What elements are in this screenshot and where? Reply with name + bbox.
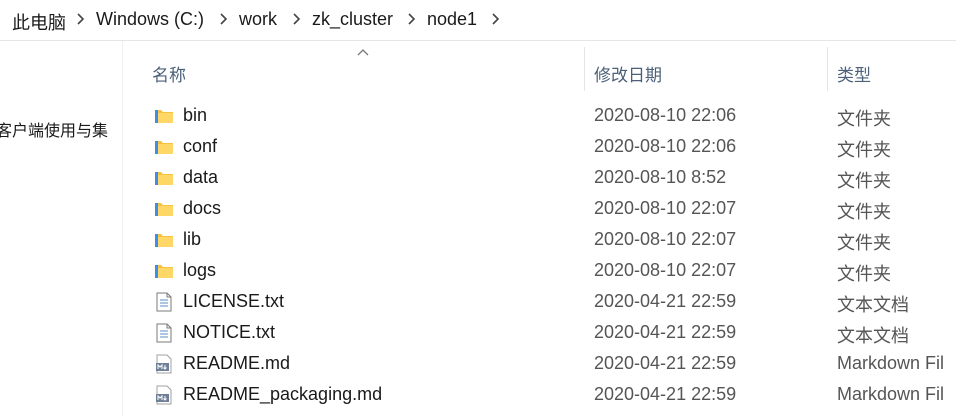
file-row[interactable]: NOTICE.txt 2020-04-21 22:59 文本文档	[123, 317, 956, 348]
file-modified-date: 2020-08-10 22:06	[594, 136, 737, 156]
file-modified-date: 2020-04-21 22:59	[594, 384, 737, 404]
address-breadcrumb: 此电脑 Windows (C:) work zk_cluster node1	[0, 0, 956, 41]
file-modified-date: 2020-08-10 22:07	[594, 260, 737, 280]
breadcrumb-zk-cluster[interactable]: zk_cluster	[312, 9, 393, 30]
file-modified-date: 2020-04-21 22:59	[594, 322, 737, 342]
folder-icon	[154, 106, 174, 126]
breadcrumb-node1[interactable]: node1	[427, 9, 477, 30]
file-modified-date: 2020-04-21 22:59	[594, 291, 737, 311]
file-type: 文件夹	[837, 171, 891, 191]
file-row[interactable]: README.md 2020-04-21 22:59 Markdown Fil	[123, 348, 956, 379]
file-name: conf	[183, 136, 218, 156]
column-header-row: 名称 修改日期 类型	[123, 41, 956, 99]
breadcrumb-this-pc[interactable]: 此电脑	[12, 9, 66, 35]
file-type: 文本文档	[837, 295, 909, 315]
file-row[interactable]: README_packaging.md 2020-04-21 22:59 Mar…	[123, 379, 956, 410]
file-row[interactable]: LICENSE.txt 2020-04-21 22:59 文本文档	[123, 286, 956, 317]
markdown-file-icon	[154, 354, 174, 374]
file-type: 文件夹	[837, 264, 891, 284]
file-row[interactable]: lib 2020-08-10 22:07 文件夹	[123, 224, 956, 255]
sort-ascending-icon	[357, 49, 369, 56]
file-type: 文件夹	[837, 202, 891, 222]
file-row[interactable]: docs 2020-08-10 22:07 文件夹	[123, 193, 956, 224]
file-modified-date: 2020-08-10 8:52	[594, 167, 727, 187]
file-name: logs	[183, 260, 217, 280]
nav-item-client-usage[interactable]: 客户端使用与集	[0, 117, 108, 141]
file-name: NOTICE.txt	[183, 322, 276, 342]
file-name: README.md	[183, 353, 291, 373]
file-name: LICENSE.txt	[183, 291, 285, 311]
file-modified-date: 2020-04-21 22:59	[594, 353, 737, 373]
file-modified-date: 2020-08-10 22:07	[594, 229, 737, 249]
chevron-right-icon[interactable]	[218, 12, 230, 26]
file-type: 文件夹	[837, 140, 891, 160]
file-name: README_packaging.md	[183, 384, 383, 404]
column-header-type[interactable]: 类型	[837, 61, 871, 86]
folder-icon	[154, 261, 174, 281]
file-name: lib	[183, 229, 202, 249]
file-type: Markdown Fil	[837, 384, 945, 404]
folder-icon	[154, 230, 174, 250]
file-name: docs	[183, 198, 222, 218]
file-list: bin 2020-08-10 22:06 文件夹 conf 2020-08-10…	[123, 99, 956, 416]
file-row[interactable]: conf 2020-08-10 22:06 文件夹	[123, 131, 956, 162]
file-type: 文件夹	[837, 109, 891, 129]
text-file-icon	[154, 323, 174, 343]
column-divider[interactable]	[584, 47, 585, 91]
folder-icon	[154, 199, 174, 219]
file-row[interactable]: logs 2020-08-10 22:07 文件夹	[123, 255, 956, 286]
file-type: 文件夹	[837, 233, 891, 253]
navigation-pane: 客户端使用与集	[0, 41, 123, 416]
chevron-right-icon[interactable]	[490, 12, 502, 26]
file-name: data	[183, 167, 219, 187]
breadcrumb-windows-c[interactable]: Windows (C:)	[96, 9, 204, 30]
column-header-name[interactable]: 名称	[152, 61, 186, 86]
file-row[interactable]: bin 2020-08-10 22:06 文件夹	[123, 100, 956, 131]
file-type: 文本文档	[837, 326, 909, 346]
file-modified-date: 2020-08-10 22:06	[594, 105, 737, 125]
file-modified-date: 2020-08-10 22:07	[594, 198, 737, 218]
file-row[interactable]: data 2020-08-10 8:52 文件夹	[123, 162, 956, 193]
chevron-right-icon[interactable]	[291, 12, 303, 26]
column-header-modified[interactable]: 修改日期	[594, 61, 662, 86]
column-divider[interactable]	[827, 47, 828, 91]
chevron-right-icon[interactable]	[406, 12, 418, 26]
chevron-right-icon[interactable]	[75, 12, 87, 26]
file-type: Markdown Fil	[837, 353, 945, 373]
folder-icon	[154, 168, 174, 188]
markdown-file-icon	[154, 385, 174, 405]
breadcrumb-work[interactable]: work	[239, 9, 277, 30]
file-name: bin	[183, 105, 208, 125]
text-file-icon	[154, 292, 174, 312]
folder-icon	[154, 137, 174, 157]
